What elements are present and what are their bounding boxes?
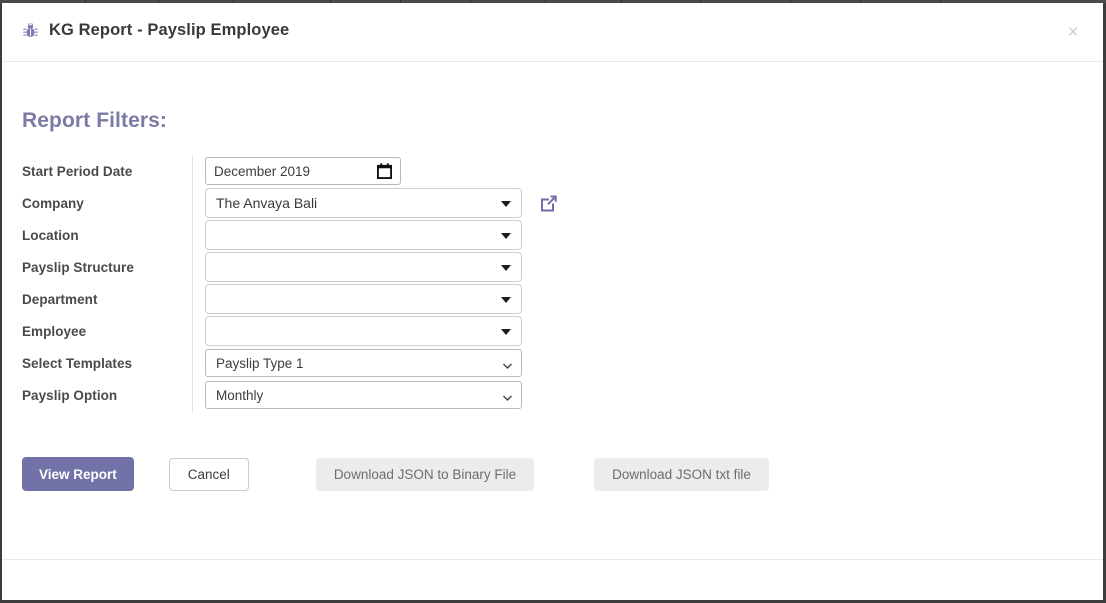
control-cell-employee: [192, 316, 522, 346]
modal-footer: [2, 559, 1103, 600]
label-location: Location: [22, 227, 79, 243]
select-templates-value: Payslip Type 1: [216, 355, 304, 371]
payslip-option-select[interactable]: Monthly: [205, 381, 522, 409]
chevron-down-icon: [501, 329, 511, 335]
action-buttons: View Report Cancel Download JSON to Bina…: [22, 457, 769, 491]
select-templates-select[interactable]: Payslip Type 1: [205, 349, 522, 377]
chevron-down-icon: [503, 359, 512, 369]
page-title: Report Filters:: [22, 109, 168, 132]
download-json-txt-button[interactable]: Download JSON txt file: [594, 457, 769, 491]
modal-title-group: KG Report - Payslip Employee: [22, 21, 289, 40]
form-row-company: Company The Anvaya Bali: [22, 187, 742, 219]
label-select-templates: Select Templates: [22, 355, 133, 371]
view-report-button[interactable]: View Report: [22, 457, 134, 491]
control-cell-department: [192, 284, 522, 314]
cancel-button[interactable]: Cancel: [168, 457, 249, 491]
modal-header: KG Report - Payslip Employee ×: [2, 3, 1103, 62]
start-period-date-input[interactable]: December 2019: [205, 157, 401, 185]
label-department: Department: [22, 291, 98, 307]
modal-title: KG Report - Payslip Employee: [49, 21, 290, 39]
employee-select[interactable]: [205, 316, 522, 346]
form-row-department: Department: [22, 283, 742, 315]
control-cell-company: The Anvaya Bali: [192, 188, 560, 218]
modal-body: Report Filters: Start Period Date Decemb…: [2, 62, 1103, 559]
control-cell-payslip-option: Monthly: [192, 381, 522, 409]
start-period-date-value: December 2019: [214, 163, 311, 179]
form-row-employee: Employee: [22, 315, 742, 347]
chevron-down-icon: [501, 297, 511, 303]
location-select[interactable]: [205, 220, 522, 250]
label-company: Company: [22, 195, 84, 211]
control-cell-payslip-structure: [192, 252, 522, 282]
screenshot-viewport: KG Report - Payslip Employee × Report Fi…: [0, 0, 1106, 603]
chevron-down-icon: [503, 391, 512, 401]
company-select-value: The Anvaya Bali: [216, 195, 318, 211]
chevron-down-icon: [501, 201, 511, 207]
control-cell-start-period-date: December 2019: [192, 157, 401, 185]
company-select[interactable]: The Anvaya Bali: [205, 188, 522, 218]
modal-window: KG Report - Payslip Employee × Report Fi…: [0, 3, 1106, 603]
chevron-down-icon: [501, 265, 511, 271]
payslip-option-value: Monthly: [216, 387, 264, 403]
label-payslip-structure: Payslip Structure: [22, 259, 134, 275]
label-start-period-date: Start Period Date: [22, 163, 133, 179]
report-filters-form: Start Period Date December 2019 Company …: [22, 155, 742, 413]
control-cell-select-templates: Payslip Type 1: [192, 349, 522, 377]
external-link-icon[interactable]: [538, 192, 560, 214]
form-row-payslip-option: Payslip Option Monthly: [22, 379, 742, 411]
download-json-binary-button[interactable]: Download JSON to Binary File: [315, 457, 535, 491]
payslip-structure-select[interactable]: [205, 252, 522, 282]
form-row-start-period-date: Start Period Date December 2019: [22, 155, 742, 187]
control-cell-location: [192, 220, 522, 250]
close-icon[interactable]: ×: [1060, 20, 1086, 46]
form-row-payslip-structure: Payslip Structure: [22, 251, 742, 283]
form-row-location: Location: [22, 219, 742, 251]
chevron-down-icon: [501, 233, 511, 239]
bug-icon: [22, 22, 39, 39]
label-employee: Employee: [22, 323, 87, 339]
form-row-select-templates: Select Templates Payslip Type 1: [22, 347, 742, 379]
department-select[interactable]: [205, 284, 522, 314]
label-payslip-option: Payslip Option: [22, 387, 118, 403]
